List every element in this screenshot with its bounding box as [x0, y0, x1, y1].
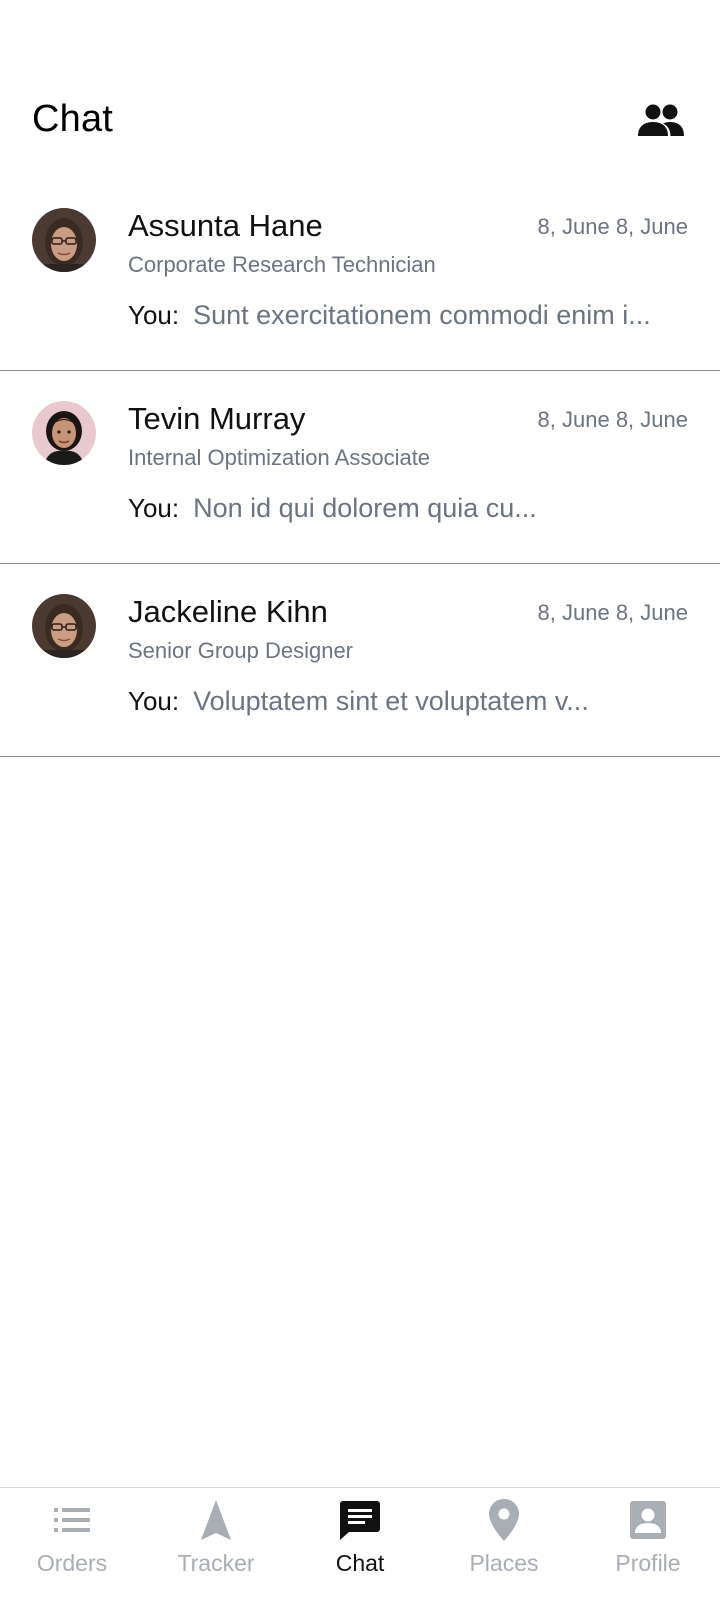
chat-date: 8, June 8, June [537, 214, 688, 239]
message-preview: Sunt exercitationem commodi enim i... [193, 300, 651, 330]
message-preview: Voluptatem sint et voluptatem v... [193, 686, 589, 716]
navigation-arrow-icon [194, 1498, 238, 1542]
nav-label: Chat [335, 1550, 385, 1576]
chat-list-item[interactable]: Assunta Hane 8, June 8, June Corporate R… [0, 178, 720, 371]
nav-item-tracker[interactable]: Tracker [144, 1488, 288, 1600]
people-icon [638, 104, 684, 136]
nav-label: Tracker [177, 1550, 255, 1576]
last-message: You: Non id qui dolorem quia cu... [128, 493, 680, 524]
chat-list-item[interactable]: Tevin Murray 8, June 8, June Internal Op… [0, 371, 720, 564]
contact-role: Senior Group Designer [128, 638, 354, 663]
chat-list: Assunta Hane 8, June 8, June Corporate R… [0, 178, 720, 757]
avatar [32, 594, 96, 658]
avatar [32, 208, 96, 272]
nav-label: Orders [36, 1550, 108, 1576]
nav-item-profile[interactable]: Profile [576, 1488, 720, 1600]
nav-item-orders[interactable]: Orders [0, 1488, 144, 1600]
chat-list-item[interactable]: Jackeline Kihn 8, June 8, June Senior Gr… [0, 564, 720, 757]
chat-date: 8, June 8, June [537, 407, 688, 432]
sender-label: You: [128, 686, 180, 716]
contacts-button[interactable] [636, 98, 686, 142]
chat-bubble-icon [338, 1498, 382, 1542]
contact-card-icon [626, 1498, 670, 1542]
contact-role: Internal Optimization Associate [128, 445, 431, 470]
page-title: Chat [32, 98, 114, 140]
nav-item-chat[interactable]: Chat [288, 1488, 432, 1600]
nav-item-places[interactable]: Places [432, 1488, 576, 1600]
contact-name: Tevin Murray [128, 401, 306, 436]
bottom-navigation: Orders Tracker Chat Places Profile [0, 1487, 720, 1600]
contact-name: Assunta Hane [128, 208, 323, 243]
sender-label: You: [128, 300, 180, 330]
contact-name: Jackeline Kihn [128, 594, 328, 629]
avatar [32, 401, 96, 465]
contact-role: Corporate Research Technician [128, 252, 436, 277]
location-pin-icon [482, 1498, 526, 1542]
nav-label: Places [469, 1550, 539, 1576]
last-message: You: Sunt exercitationem commodi enim i.… [128, 300, 680, 331]
list-icon [50, 1498, 94, 1542]
sender-label: You: [128, 493, 180, 523]
chat-date: 8, June 8, June [537, 600, 688, 625]
message-preview: Non id qui dolorem quia cu... [193, 493, 537, 523]
nav-label: Profile [615, 1550, 681, 1576]
app-header: Chat [0, 90, 720, 154]
last-message: You: Voluptatem sint et voluptatem v... [128, 686, 680, 717]
